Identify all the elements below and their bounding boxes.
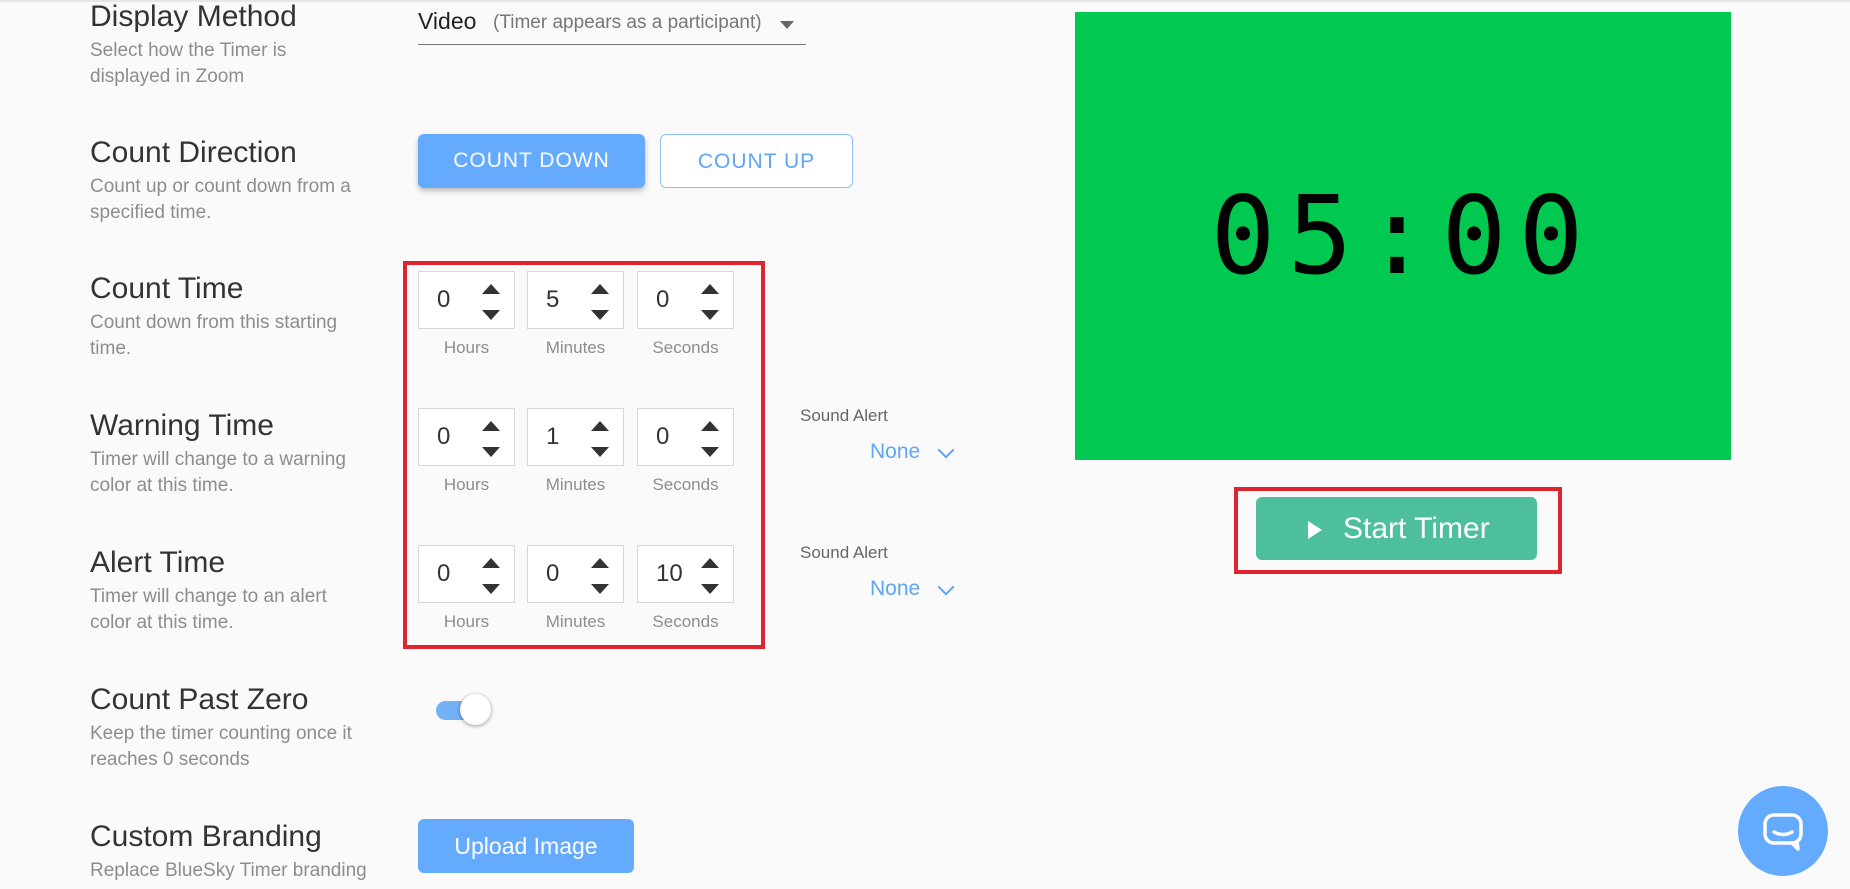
display-method-title: Display Method [90, 0, 297, 33]
hours-label: Hours [443, 475, 490, 494]
upload-image-button[interactable]: Upload Image [418, 819, 634, 873]
arrow-up-icon[interactable] [591, 558, 609, 568]
count-seconds-input[interactable]: 0 [637, 271, 734, 329]
timer-display: 05:00 [1210, 174, 1596, 299]
arrow-down-icon[interactable] [591, 447, 609, 457]
hours-label: Hours [443, 612, 490, 631]
display-method-sublabel: (Timer appears as a participant) [493, 12, 762, 33]
display-method-select[interactable]: Video (Timer appears as a participant) [418, 4, 806, 45]
start-timer-label: Start Timer [1343, 512, 1490, 545]
count-seconds-value: 0 [656, 286, 670, 313]
chat-bubble-icon [1763, 813, 1803, 851]
count-past-zero-title: Count Past Zero [90, 683, 309, 716]
seconds-label: Seconds [652, 475, 719, 494]
alert-hours-input[interactable]: 0 [418, 545, 515, 603]
count-time-description: Count down from this starting time. [90, 312, 338, 359]
count-time-section: Count Time Count down from this starting… [90, 272, 390, 362]
count-time-title: Count Time [90, 272, 244, 305]
arrow-up-icon[interactable] [701, 421, 719, 431]
arrow-up-icon[interactable] [701, 558, 719, 568]
warning-minutes-input[interactable]: 1 [527, 408, 624, 466]
start-timer-button[interactable]: Start Timer [1256, 497, 1537, 560]
alert-seconds-input[interactable]: 10 [637, 545, 734, 603]
arrow-up-icon[interactable] [482, 558, 500, 568]
alert-hours-value: 0 [437, 560, 451, 587]
arrow-down-icon[interactable] [701, 584, 719, 594]
count-minutes-input[interactable]: 5 [527, 271, 624, 329]
custom-branding-title: Custom Branding [90, 820, 322, 853]
warning-seconds-value: 0 [656, 423, 670, 450]
arrow-down-icon[interactable] [701, 447, 719, 457]
arrow-up-icon[interactable] [482, 421, 500, 431]
count-direction-title: Count Direction [90, 136, 297, 169]
play-icon [1308, 521, 1322, 539]
seconds-label: Seconds [652, 612, 719, 631]
chevron-down-icon[interactable] [937, 441, 955, 459]
toggle-knob[interactable] [460, 694, 491, 725]
alert-seconds-value: 10 [656, 560, 683, 587]
chat-launcher-button[interactable] [1738, 786, 1828, 876]
warning-sound-alert-label: Sound Alert [800, 406, 888, 425]
arrow-up-icon[interactable] [701, 284, 719, 294]
warning-seconds-input[interactable]: 0 [637, 408, 734, 466]
arrow-down-icon[interactable] [591, 310, 609, 320]
alert-time-description: Timer will change to an alert color at t… [90, 586, 327, 633]
hours-label: Hours [443, 338, 490, 357]
warning-minutes-value: 1 [546, 423, 560, 450]
custom-branding-description: Replace BlueSky Timer branding [90, 860, 367, 881]
display-method-value: Video [418, 8, 477, 34]
minutes-label: Minutes [545, 612, 606, 631]
arrow-up-icon[interactable] [591, 421, 609, 431]
count-hours-value: 0 [437, 286, 451, 313]
display-method-section: Display Method Select how the Timer is d… [90, 0, 390, 90]
warning-hours-value: 0 [437, 423, 451, 450]
warning-time-description: Timer will change to a warning color at … [90, 449, 346, 496]
arrow-down-icon[interactable] [701, 310, 719, 320]
warning-hours-input[interactable]: 0 [418, 408, 515, 466]
arrow-down-icon[interactable] [482, 447, 500, 457]
arrow-up-icon[interactable] [482, 284, 500, 294]
warning-sound-alert-select[interactable]: None [870, 440, 920, 464]
alert-time-section: Alert Time Timer will change to an alert… [90, 546, 390, 636]
timer-preview: 05:00 [1075, 12, 1731, 460]
count-past-zero-section: Count Past Zero Keep the timer counting … [90, 683, 390, 773]
warning-time-title: Warning Time [90, 409, 274, 442]
count-direction-section: Count Direction Count up or count down f… [90, 136, 390, 226]
alert-minutes-input[interactable]: 0 [527, 545, 624, 603]
seconds-label: Seconds [652, 338, 719, 357]
alert-minutes-value: 0 [546, 560, 560, 587]
custom-branding-section: Custom Branding Replace BlueSky Timer br… [90, 820, 390, 884]
warning-time-section: Warning Time Timer will change to a warn… [90, 409, 390, 499]
arrow-down-icon[interactable] [482, 584, 500, 594]
count-minutes-value: 5 [546, 286, 560, 313]
minutes-label: Minutes [545, 475, 606, 494]
alert-sound-alert-label: Sound Alert [800, 543, 888, 562]
arrow-down-icon[interactable] [591, 584, 609, 594]
count-up-button[interactable]: COUNT UP [660, 134, 853, 188]
alert-time-title: Alert Time [90, 546, 226, 579]
count-hours-input[interactable]: 0 [418, 271, 515, 329]
count-direction-description: Count up or count down from a specified … [90, 176, 351, 223]
count-past-zero-description: Keep the timer counting once it reaches … [90, 723, 352, 770]
alert-sound-alert-select[interactable]: None [870, 577, 920, 601]
count-down-button[interactable]: COUNT DOWN [418, 134, 645, 188]
arrow-down-icon[interactable] [482, 310, 500, 320]
arrow-up-icon[interactable] [591, 284, 609, 294]
display-method-description: Select how the Timer is displayed in Zoo… [90, 40, 287, 87]
chevron-down-icon[interactable] [937, 578, 955, 596]
minutes-label: Minutes [545, 338, 606, 357]
caret-down-icon [780, 21, 794, 29]
